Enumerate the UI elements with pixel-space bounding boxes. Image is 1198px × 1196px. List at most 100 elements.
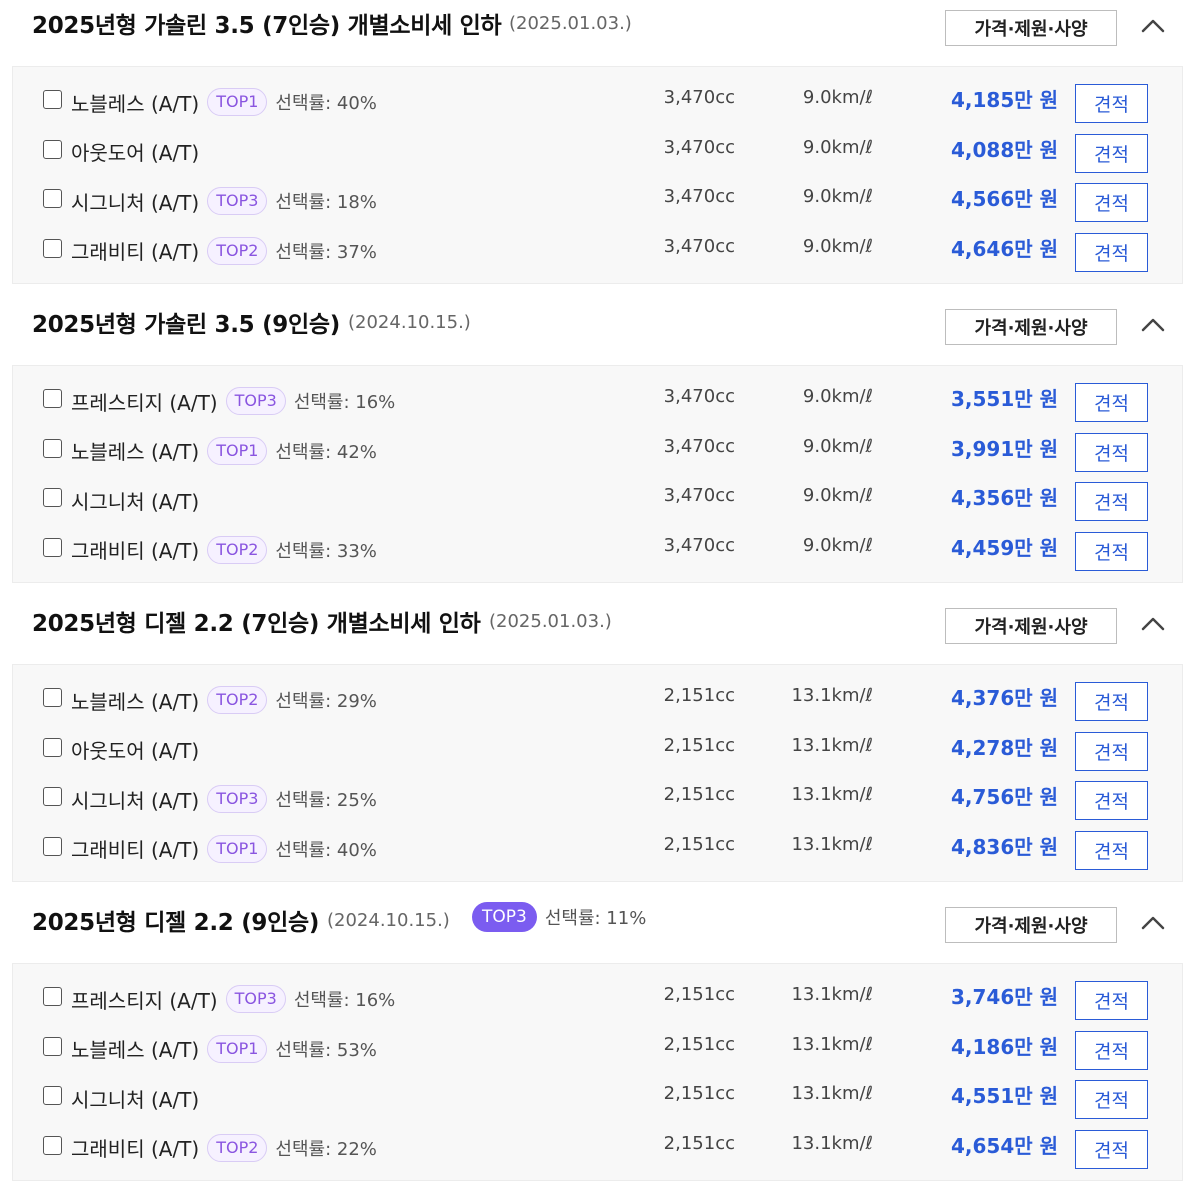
trim-checkbox[interactable] [43,1135,62,1155]
quote-button[interactable]: 견적 [1075,432,1148,472]
engine-displacement: 3,470cc [663,186,735,207]
trim-label: 그래비티 (A/T) TOP2 선택률: 37% [71,233,377,269]
selection-rate: 선택률: 16% [293,990,396,1011]
fuel-efficiency: 13.1km/ℓ [791,1132,873,1154]
trim-checkbox[interactable] [43,1086,62,1105]
quote-button[interactable]: 견적 [1075,981,1148,1020]
price-spec-button[interactable]: 가격·제원·사양 [945,309,1117,345]
quote-button[interactable]: 견적 [1075,1080,1148,1119]
quote-button[interactable]: 견적 [1075,84,1148,123]
price-spec-button[interactable]: 가격·제원·사양 [945,608,1117,644]
rank-badge: TOP2 [207,686,268,714]
trim-checkbox[interactable] [43,787,62,806]
engine-displacement: 2,151cc [663,1132,735,1154]
trim-name: 노블레스 (A/T) [71,689,200,714]
trim-checkbox[interactable] [43,438,62,458]
rank-badge: TOP1 [207,88,268,116]
fuel-efficiency: 13.1km/ℓ [791,1033,873,1055]
engine-group-header: 2025년형 디젤 2.2 (7인승) 개별소비세 인하 (2025.01.03.… [0,598,1198,664]
trim-price: 4,185만 원 [950,88,1058,112]
selection-rate: 선택률: 29% [275,691,377,712]
quote-button[interactable]: 견적 [1075,482,1148,521]
trim-checkbox[interactable] [43,90,62,109]
trim-price: 4,646만 원 [950,236,1058,261]
quote-button[interactable]: 견적 [1075,731,1148,771]
trim-checkbox[interactable] [43,836,62,856]
chevron-up-icon[interactable] [1138,12,1168,42]
rank-badge: TOP3 [207,187,268,215]
fuel-efficiency: 13.1km/ℓ [791,984,873,1005]
trim-name: 시그니처 (A/T) [71,1087,200,1112]
rank-badge: TOP1 [207,436,268,465]
trim-label: 시그니처 (A/T) TOP3 선택률: 25% [71,781,377,817]
quote-button[interactable]: 견적 [1075,781,1148,820]
trim-checkbox[interactable] [43,737,62,757]
trim-price: 3,551만 원 [950,387,1058,411]
trim-row: 그래비티 (A/T) TOP2 선택률: 37% 3,470cc 9.0km/ℓ 4,64… [13,232,1182,279]
rank-badge: TOP3 [207,785,268,813]
chevron-up-icon[interactable] [1138,311,1168,341]
trim-checkbox[interactable] [43,1036,62,1056]
quote-button[interactable]: 견적 [1075,1129,1148,1169]
fuel-efficiency: 13.1km/ℓ [791,1083,873,1104]
trim-price: 3,746만 원 [950,985,1058,1009]
quote-button[interactable]: 견적 [1075,1030,1148,1070]
engine-group-title: 2025년형 디젤 2.2 (7인승) 개별소비세 인하 [32,611,481,637]
trim-label: 시그니처 (A/T) TOP3 선택률: 18% [71,183,377,219]
trim-row: 아웃도어 (A/T) 3,470cc 9.0km/ℓ 4,088만 원 견적 [13,133,1182,180]
rank-badge: TOP1 [207,834,268,863]
trim-price: 4,186만 원 [950,1034,1058,1059]
trim-checkbox[interactable] [43,389,62,408]
selection-rate: 선택률: 33% [275,540,377,562]
trim-checkbox[interactable] [43,488,62,507]
engine-group-popularity: TOP3 선택률: 11% [472,902,646,932]
trim-label: 노블레스 (A/T) TOP2 선택률: 29% [71,682,377,718]
fuel-efficiency: 9.0km/ℓ [802,136,873,158]
engine-group-title: 2025년형 가솔린 3.5 (9인승) [32,312,340,338]
engine-displacement: 3,470cc [663,235,735,257]
trim-checkbox[interactable] [43,987,62,1006]
quote-button[interactable]: 견적 [1075,830,1148,870]
rank-badge: TOP2 [207,535,268,564]
engine-displacement: 2,151cc [663,984,735,1005]
engine-displacement: 3,470cc [663,87,735,108]
price-spec-button[interactable]: 가격·제원·사양 [945,907,1117,943]
engine-group-header: 2025년형 가솔린 3.5 (9인승) (2024.10.15.) 가격·제원·사… [0,299,1198,365]
engine-group-date: (2025.01.03.) [489,611,612,632]
trim-price: 4,356만 원 [950,486,1058,510]
trim-price: 4,376만 원 [950,686,1058,710]
trim-label: 노블레스 (A/T) TOP1 선택률: 42% [71,433,377,469]
engine-displacement: 2,151cc [663,1083,735,1104]
engine-group: 2025년형 디젤 2.2 (9인승) (2024.10.15.) TOP3 선택률:… [0,897,1198,1196]
fuel-efficiency: 13.1km/ℓ [791,833,873,855]
trim-row: 노블레스 (A/T) TOP1 선택률: 53% 2,151cc 13.1km/ℓ 4,1… [13,1030,1182,1077]
engine-displacement: 3,470cc [663,435,735,457]
chevron-up-icon[interactable] [1138,909,1168,939]
trim-row: 그래비티 (A/T) TOP2 선택률: 33% 3,470cc 9.0km/ℓ 4,45… [13,531,1182,578]
trim-name: 그래비티 (A/T) [71,838,200,862]
quote-button[interactable]: 견적 [1075,232,1148,272]
trim-row: 시그니처 (A/T) 3,470cc 9.0km/ℓ 4,356만 원 견적 [13,482,1182,528]
engine-displacement: 3,470cc [663,386,735,407]
quote-button[interactable]: 견적 [1075,682,1148,721]
quote-button[interactable]: 견적 [1075,383,1148,422]
selection-rate: 선택률: 22% [275,1138,377,1160]
fuel-efficiency: 13.1km/ℓ [791,734,873,756]
trim-checkbox[interactable] [43,238,62,258]
trim-checkbox[interactable] [43,688,62,707]
price-spec-button[interactable]: 가격·제원·사양 [945,10,1117,46]
quote-button[interactable]: 견적 [1075,183,1148,222]
trim-row: 노블레스 (A/T) TOP1 선택률: 40% 3,470cc 9.0km/ℓ 4,18… [13,84,1182,130]
engine-displacement: 2,151cc [663,833,735,855]
quote-button[interactable]: 견적 [1075,133,1148,173]
trim-label: 그래비티 (A/T) TOP2 선택률: 22% [71,1130,377,1166]
trim-checkbox[interactable] [43,537,62,557]
trim-checkbox[interactable] [43,139,62,159]
trim-row: 프레스티지 (A/T) TOP3 선택률: 16% 2,151cc 13.1km/ℓ 3,… [13,981,1182,1027]
engine-displacement: 2,151cc [663,784,735,805]
chevron-up-icon[interactable] [1138,610,1168,640]
trim-checkbox[interactable] [43,189,62,208]
quote-button[interactable]: 견적 [1075,531,1148,571]
fuel-efficiency: 9.0km/ℓ [802,534,873,556]
trim-name: 아웃도어 (A/T) [71,739,200,763]
